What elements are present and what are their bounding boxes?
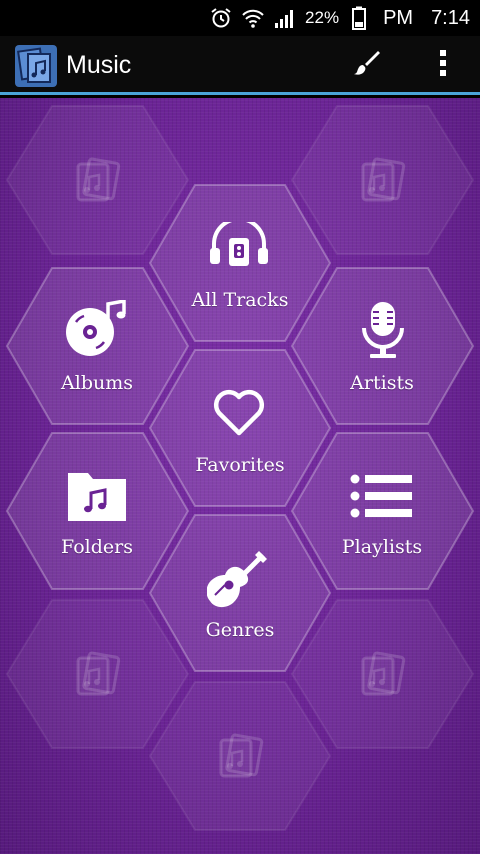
- alarm-icon: [209, 6, 233, 30]
- genres-label[interactable]: Genres: [165, 619, 315, 641]
- decor-hex-lower-right: [290, 599, 475, 749]
- list-icon: [350, 474, 414, 522]
- wifi-icon: [241, 6, 265, 30]
- folders-label[interactable]: Folders: [22, 536, 172, 558]
- favorites-label[interactable]: Favorites: [165, 454, 315, 476]
- all-tracks-label[interactable]: All Tracks: [165, 289, 315, 311]
- headphones-icon: [208, 217, 270, 272]
- status-bar: 22% PM 7:14: [0, 0, 480, 36]
- artists-label[interactable]: Artists: [307, 372, 457, 394]
- action-bar: Music: [0, 36, 480, 95]
- music-app-icon[interactable]: [14, 44, 58, 88]
- heart-icon: [211, 389, 267, 441]
- folder-music-icon: [66, 467, 128, 527]
- microphone-icon: [358, 300, 408, 364]
- decor-hex-top-left: [5, 105, 190, 255]
- decor-hex-bottom-center: [148, 681, 332, 831]
- overflow-menu-button[interactable]: [426, 48, 460, 82]
- guitar-icon: [206, 549, 269, 613]
- signal-icon: [273, 6, 297, 30]
- playlists-label[interactable]: Playlists: [307, 536, 457, 558]
- decor-hex-top-right: [290, 105, 475, 255]
- brush-icon: [352, 48, 382, 83]
- theme-brush-button[interactable]: [350, 48, 384, 82]
- battery-percent: 22%: [305, 8, 340, 27]
- clock-ampm: PM: [383, 6, 414, 29]
- album-disc-icon: [64, 298, 128, 362]
- hex-menu-area: All Tracks Albums Artists Favorites Fold…: [0, 98, 480, 854]
- decor-hex-lower-left: [5, 599, 190, 749]
- app-title: Music: [66, 51, 132, 79]
- albums-label[interactable]: Albums: [22, 372, 172, 394]
- battery-icon: [347, 6, 371, 30]
- clock-time: 7:14: [431, 6, 470, 29]
- overflow-menu-icon: [438, 48, 448, 83]
